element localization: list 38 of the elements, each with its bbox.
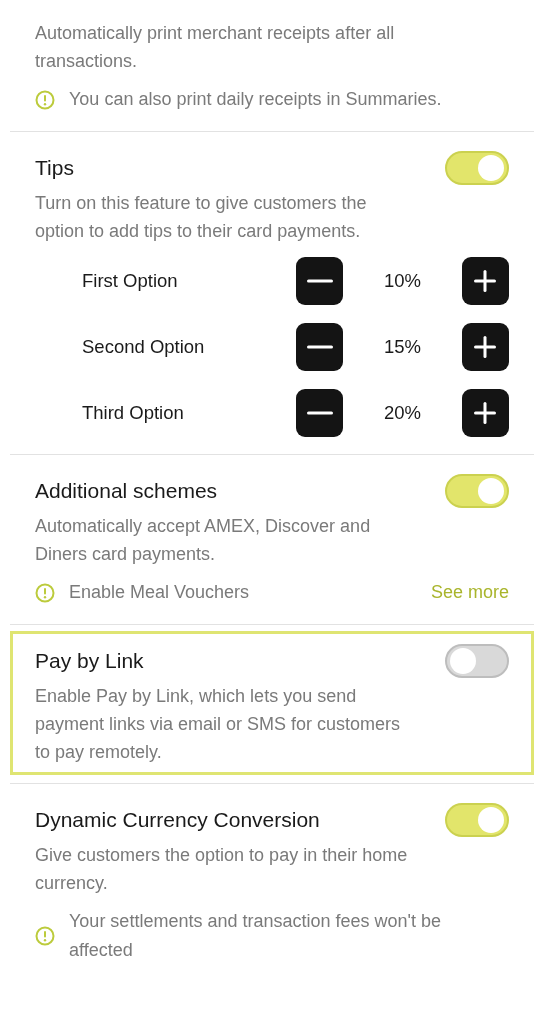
minus-icon bbox=[306, 411, 333, 415]
notice-text: You can also print daily receipts in Summaries. bbox=[69, 88, 443, 111]
info-icon bbox=[35, 926, 55, 946]
plus-button[interactable] bbox=[461, 323, 509, 371]
plus-icon bbox=[474, 336, 497, 358]
section-description: Automatically accept AMEX, Discover and Diners card payments. bbox=[35, 515, 372, 566]
toggle-switch[interactable] bbox=[445, 644, 509, 678]
option-value: 15% bbox=[383, 336, 422, 358]
section-title: Pay by Link bbox=[35, 649, 144, 673]
toggle-switch[interactable] bbox=[445, 474, 509, 508]
minus-button[interactable] bbox=[296, 389, 344, 437]
notice-text: Enable Meal Vouchers bbox=[69, 581, 251, 604]
option-value: 10% bbox=[383, 270, 422, 292]
section-description: Enable Pay by Link, which lets you send payment links via email or SMS for customers to pay remotely. bbox=[35, 685, 402, 764]
minus-icon bbox=[306, 345, 333, 349]
section-title: Tips bbox=[35, 156, 74, 180]
section-title: Dynamic Currency Conversion bbox=[35, 808, 320, 832]
see-more-link[interactable]: See more bbox=[430, 582, 509, 603]
minus-button[interactable] bbox=[296, 323, 344, 371]
section-title: Additional schemes bbox=[35, 479, 218, 503]
section-description: Give customers the option to pay in their home currency. bbox=[35, 844, 409, 895]
option-label: First Option bbox=[82, 270, 179, 292]
minus-button[interactable] bbox=[296, 257, 344, 305]
section-description: Automatically print merchant receipts after all transactions. bbox=[35, 22, 396, 73]
plus-button[interactable] bbox=[461, 389, 509, 437]
plus-button[interactable] bbox=[461, 257, 509, 305]
toggle-switch[interactable] bbox=[445, 803, 509, 837]
plus-icon bbox=[474, 270, 497, 292]
toggle-switch[interactable] bbox=[445, 151, 509, 185]
section-description: Turn on this feature to give customers the option to add tips to their card payments. bbox=[35, 192, 368, 243]
info-icon bbox=[35, 89, 55, 110]
option-value: 20% bbox=[383, 402, 422, 424]
plus-icon bbox=[474, 402, 497, 424]
minus-icon bbox=[306, 279, 333, 283]
option-label: Third Option bbox=[82, 402, 185, 424]
info-icon bbox=[35, 582, 55, 603]
notice-text: Your settlements and transaction fees won't be affected bbox=[69, 910, 442, 962]
option-label: Second Option bbox=[82, 336, 206, 358]
